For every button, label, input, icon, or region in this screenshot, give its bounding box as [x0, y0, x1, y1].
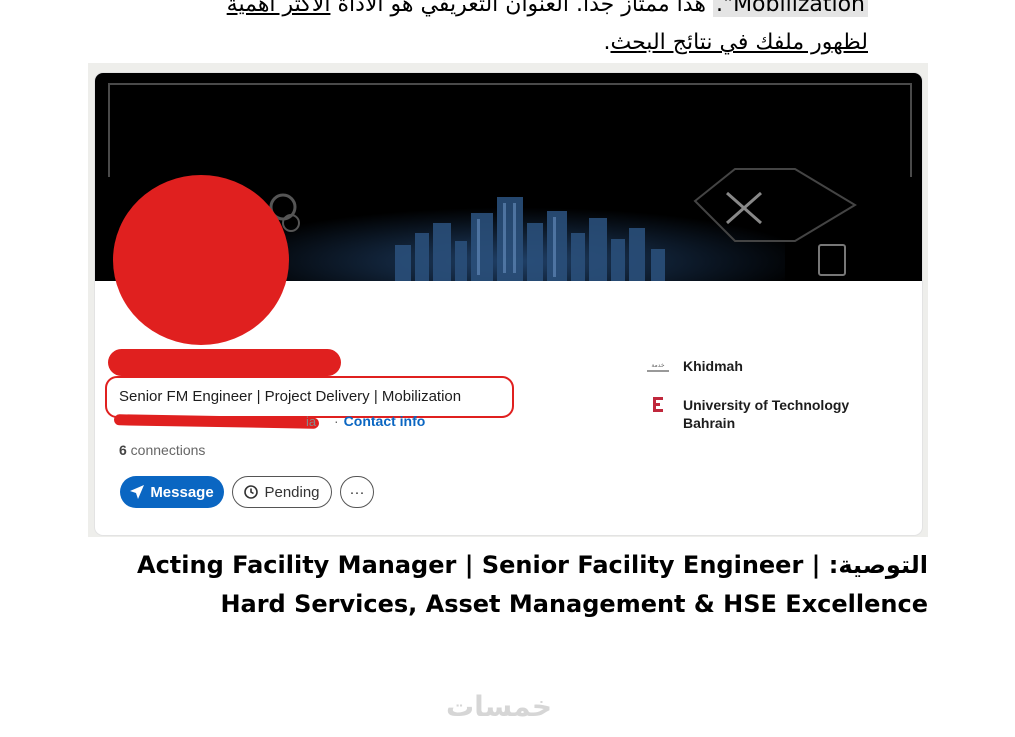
khamsat-watermark: خمسات: [446, 690, 553, 723]
more-options-button[interactable]: ···: [340, 476, 374, 508]
message-button-label: Message: [150, 483, 214, 501]
connections-number: 6: [119, 442, 127, 458]
intro-highlight: Mobilization".: [712, 0, 868, 17]
company-khidmah[interactable]: خدمة Khidmah: [645, 357, 863, 377]
separator-dot: ·: [334, 413, 339, 429]
recommendation-paragraph: التوصية: Acting Facility Manager | Senio…: [98, 546, 928, 624]
name-redaction: [108, 349, 341, 376]
pending-button-label: Pending: [264, 483, 320, 501]
intro-underlined-1: الأكثر أهمية: [226, 0, 331, 17]
utb-name: University of Technology Bahrain: [683, 397, 850, 431]
contact-info-label: Contact info: [343, 413, 426, 429]
company-utb[interactable]: University of Technology Bahrain: [645, 396, 863, 432]
send-icon: [130, 485, 145, 499]
contact-info-link[interactable]: · Contact info: [334, 413, 425, 429]
khidmah-logo-icon: خدمة: [645, 357, 671, 377]
intro-end: .: [603, 30, 611, 55]
recommendation-label: التوصية:: [820, 551, 928, 579]
more-icon: ···: [349, 483, 365, 501]
utb-logo-icon: [645, 396, 671, 416]
pending-button[interactable]: Pending: [232, 476, 332, 508]
svg-text:خدمة: خدمة: [651, 362, 665, 369]
connections-label: connections: [126, 442, 206, 458]
intro-paragraph: Mobilization". هذا ممتاز جداً. العنوان ا…: [108, 0, 868, 62]
connections-count[interactable]: 6 connections: [119, 442, 205, 458]
clock-icon: [244, 485, 259, 499]
recommendation-text: Acting Facility Manager | Senior Facilit…: [137, 551, 928, 618]
profile-headline: Senior FM Engineer | Project Delivery | …: [119, 388, 462, 405]
avatar-redaction[interactable]: [113, 175, 289, 345]
message-button[interactable]: Message: [120, 476, 224, 508]
intro-plain: هذا ممتاز جداً. العنوان التعريفي هو الأد…: [330, 0, 713, 17]
intro-underlined-2: لظهور ملفك في نتائج البحث: [610, 30, 869, 55]
khidmah-name: Khidmah: [683, 358, 743, 374]
location-fragment: ia: [306, 414, 317, 429]
